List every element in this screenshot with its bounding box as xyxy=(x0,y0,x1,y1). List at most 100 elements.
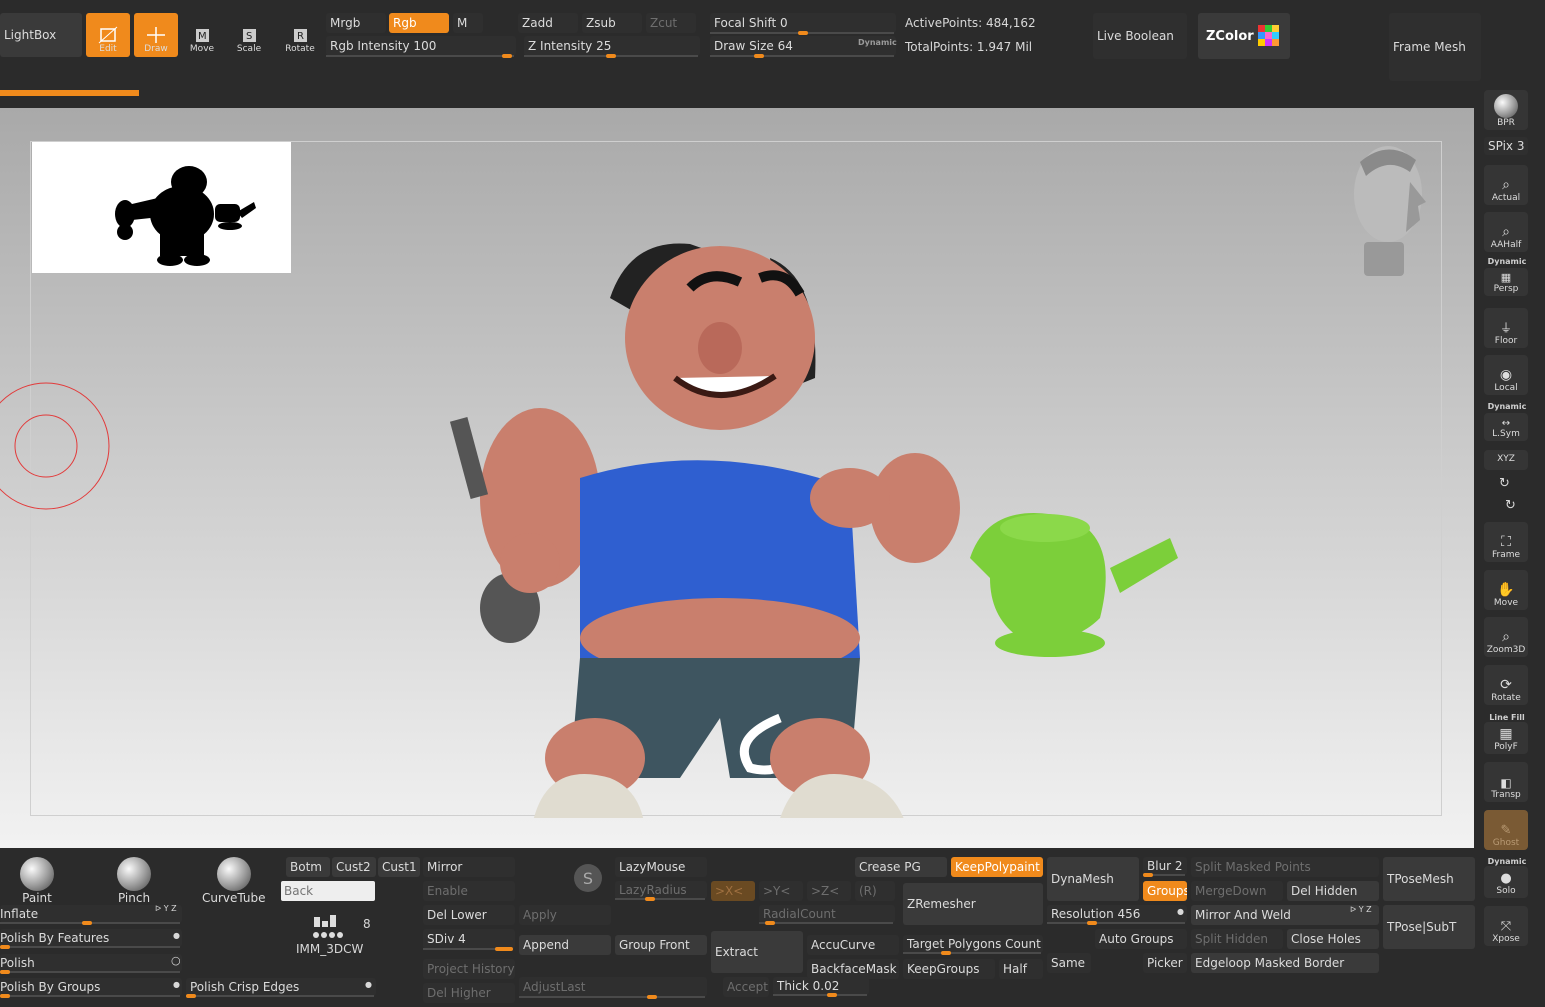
lightbox-button[interactable]: LightBox xyxy=(0,13,82,57)
lsym-button[interactable]: ↔ L.Sym xyxy=(1484,413,1528,441)
spix-slider[interactable]: SPix 3 xyxy=(1484,137,1528,155)
target-polygons-slider[interactable]: Target Polygons Count 5 xyxy=(903,935,1043,953)
zremesher-button[interactable]: ZRemesher xyxy=(903,883,1043,925)
append-button[interactable]: Append xyxy=(519,935,611,955)
tpose-subt-button[interactable]: TPose|SubT xyxy=(1383,905,1475,949)
symmetry-z-button[interactable]: >Z< xyxy=(807,881,851,901)
polyf-button[interactable]: ▦ PolyF xyxy=(1484,722,1528,754)
polish-crisp-edges-knob[interactable] xyxy=(186,994,196,998)
move-mode-button[interactable]: M Move xyxy=(180,13,224,57)
m-button[interactable]: M xyxy=(453,13,483,33)
resolution-slider[interactable]: Resolution 456 xyxy=(1047,905,1187,923)
lazyradius-knob[interactable] xyxy=(645,897,655,901)
backfacemask-button[interactable]: BackfaceMask xyxy=(807,959,899,979)
adjust-last-slider[interactable]: AdjustLast xyxy=(519,977,707,997)
symmetry-y-button[interactable]: >Y< xyxy=(759,881,803,901)
groups-button[interactable]: Groups xyxy=(1143,881,1187,901)
inflate-knob[interactable] xyxy=(82,921,92,925)
z-intensity-slider[interactable]: Z Intensity 25 xyxy=(524,36,700,56)
lazymouse-icon[interactable]: S xyxy=(574,864,602,892)
solo-button[interactable]: ● Solo xyxy=(1484,866,1528,898)
polish-by-groups-knob[interactable] xyxy=(0,994,10,998)
sdiv-knob[interactable] xyxy=(495,947,513,951)
polish-knob[interactable] xyxy=(0,970,10,974)
zadd-button[interactable]: Zadd xyxy=(518,13,578,33)
thick-slider[interactable]: Thick 0.02 xyxy=(773,977,869,995)
scale-mode-button[interactable]: S Scale xyxy=(227,13,271,57)
thick-knob[interactable] xyxy=(827,993,837,997)
project-history-button[interactable]: Project History xyxy=(423,959,515,979)
rotate-z-icon[interactable]: ↻ xyxy=(1505,498,1516,513)
crease-pg-button[interactable]: Crease PG xyxy=(855,857,947,877)
half-button[interactable]: Half xyxy=(999,959,1043,979)
rgb-intensity-knob[interactable] xyxy=(502,54,512,58)
radial-count-knob[interactable] xyxy=(765,921,775,925)
resolution-knob[interactable] xyxy=(1087,921,1097,925)
mrgb-button[interactable]: Mrgb xyxy=(326,13,386,33)
aahalf-button[interactable]: ⌕ AAHalf xyxy=(1484,212,1528,252)
edgeloop-masked-border-button[interactable]: Edgeloop Masked Border xyxy=(1191,953,1379,973)
transp-button[interactable]: ◧ Transp xyxy=(1484,762,1528,802)
dynamesh-button[interactable]: DynaMesh xyxy=(1047,857,1139,901)
draw-mode-button[interactable]: Draw xyxy=(134,13,178,57)
keep-polypaint-button[interactable]: KeepPolypaint xyxy=(951,857,1043,877)
floor-button[interactable]: ⏚ Floor xyxy=(1484,308,1528,348)
del-higher-button[interactable]: Del Higher xyxy=(423,983,515,1003)
lazyradius-slider[interactable]: LazyRadius xyxy=(615,881,707,899)
split-masked-points-button[interactable]: Split Masked Points xyxy=(1191,857,1379,877)
local-button[interactable]: ◉ Local xyxy=(1484,355,1528,395)
extract-button[interactable]: Extract xyxy=(711,931,803,973)
blur-knob[interactable] xyxy=(1143,873,1153,877)
pinch-brush-button[interactable]: Pinch xyxy=(117,857,151,905)
del-hidden-button[interactable]: Del Hidden xyxy=(1287,881,1379,901)
apply-button[interactable]: Apply xyxy=(519,905,611,925)
zsub-button[interactable]: Zsub xyxy=(582,13,642,33)
rotate-view-button[interactable]: ⟳ Rotate xyxy=(1484,665,1528,705)
back-input[interactable] xyxy=(281,881,375,901)
focal-shift-slider[interactable]: Focal Shift 0 xyxy=(710,13,896,33)
cust2-button[interactable]: Cust2 xyxy=(332,857,376,877)
same-button[interactable]: Same xyxy=(1047,953,1091,973)
persp-button[interactable]: ▦ Persp xyxy=(1484,268,1528,296)
z-intensity-knob[interactable] xyxy=(606,54,616,58)
polish-by-groups-slider[interactable]: Polish By Groups xyxy=(0,978,182,996)
rgb-button[interactable]: Rgb xyxy=(389,13,449,33)
focal-shift-knob[interactable] xyxy=(798,31,808,35)
target-polygons-knob[interactable] xyxy=(941,951,951,955)
curvetube-brush-button[interactable]: CurveTube xyxy=(202,857,266,905)
ghost-button[interactable]: ✎ Ghost xyxy=(1484,810,1528,850)
accucurve-button[interactable]: AccuCurve xyxy=(807,935,899,955)
accept-button[interactable]: Accept xyxy=(723,977,769,997)
edit-mode-button[interactable]: Edit xyxy=(86,13,130,57)
dynamic-draw-size-label[interactable]: Dynamic xyxy=(858,38,897,47)
paint-brush-button[interactable]: Paint xyxy=(20,857,54,905)
xpose-button[interactable]: ⤧ Xpose xyxy=(1484,906,1528,946)
draw-size-knob[interactable] xyxy=(754,54,764,58)
polish-crisp-edges-slider[interactable]: Polish Crisp Edges xyxy=(186,978,376,996)
xyz-rotate-button[interactable]: XYZ xyxy=(1484,450,1528,470)
bpr-render-button[interactable]: BPR xyxy=(1484,90,1528,130)
auto-groups-button[interactable]: Auto Groups xyxy=(1095,929,1187,949)
live-boolean-button[interactable]: Live Boolean xyxy=(1093,13,1187,59)
frame-mesh-button[interactable]: Frame Mesh xyxy=(1389,13,1481,81)
lazymouse-button[interactable]: LazyMouse xyxy=(615,857,707,877)
rotate-y-icon[interactable]: ↻ xyxy=(1499,476,1510,491)
zcolor-button[interactable]: ZColor xyxy=(1198,13,1290,59)
symmetry-x-button[interactable]: >X< xyxy=(711,881,755,901)
imm-brush-icon[interactable] xyxy=(310,913,346,939)
zoom3d-button[interactable]: ⌕ Zoom3D xyxy=(1484,617,1528,657)
enable-button[interactable]: Enable xyxy=(423,881,515,901)
character-model[interactable] xyxy=(430,238,1190,818)
sdiv-slider[interactable]: SDiv 4 xyxy=(423,929,515,949)
rgb-intensity-slider[interactable]: Rgb Intensity 100 xyxy=(326,36,516,56)
symmetry-radial-button[interactable]: (R) xyxy=(855,881,895,901)
move-view-button[interactable]: ✋ Move xyxy=(1484,570,1528,610)
merge-down-button[interactable]: MergeDown xyxy=(1191,881,1283,901)
adjust-last-knob[interactable] xyxy=(647,995,657,999)
frame-button[interactable]: ⛶ Frame xyxy=(1484,522,1528,562)
polish-by-features-knob[interactable] xyxy=(0,945,10,949)
orientation-head-icon[interactable] xyxy=(1340,142,1440,282)
polish-slider[interactable]: Polish xyxy=(0,954,182,972)
close-holes-button[interactable]: Close Holes xyxy=(1287,929,1379,949)
zcut-button[interactable]: Zcut xyxy=(646,13,696,33)
